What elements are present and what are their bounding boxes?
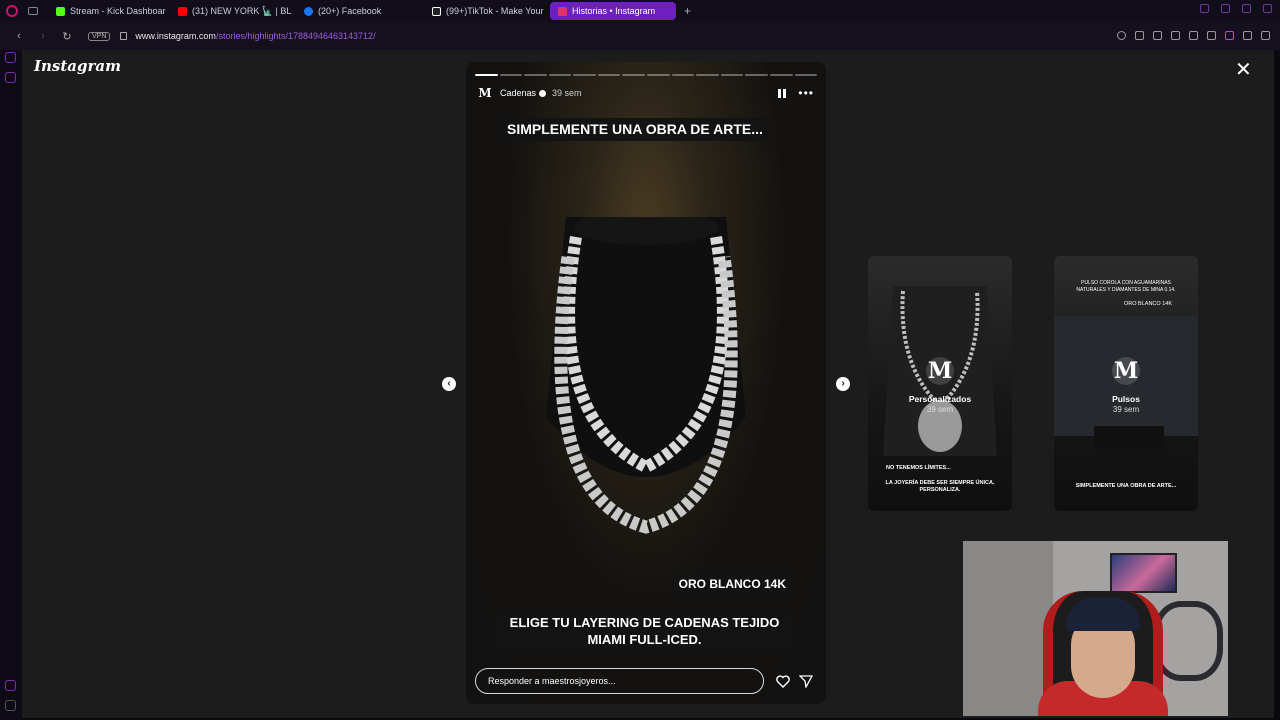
progress-segment <box>573 74 596 76</box>
browser-tab-bar: Stream - Kick Dashboard (31) NEW YORK 🗽 … <box>0 0 1280 22</box>
next-story-button[interactable]: › <box>836 377 850 391</box>
previous-story-button[interactable]: ‹ <box>442 377 456 391</box>
tab-youtube[interactable]: (31) NEW YORK 🗽 | BLES <box>170 2 292 20</box>
progress-segment <box>548 74 572 76</box>
reply-input[interactable]: Responder a maestrosjoyeros... <box>475 668 764 694</box>
webcam-motorbike <box>1153 601 1223 681</box>
preview-name: Pulsos <box>1112 394 1140 404</box>
story-avatar[interactable]: M <box>478 86 492 100</box>
progress-segment <box>597 74 621 76</box>
progress-segment <box>671 74 695 76</box>
tab-label: (31) NEW YORK 🗽 | BLES <box>192 5 292 16</box>
tab-label: Historias • Instagram <box>572 6 656 16</box>
browser-logo-icon[interactable] <box>6 5 18 17</box>
pin-icon[interactable] <box>1135 31 1144 40</box>
tab-list-icon[interactable] <box>28 7 38 15</box>
heart-icon[interactable] <box>1207 31 1216 40</box>
preview-avatar: M <box>1112 357 1140 385</box>
maximize-icon[interactable] <box>1242 4 1251 13</box>
progress-segment <box>794 74 818 76</box>
back-button[interactable]: ‹ <box>14 30 24 42</box>
wallet-icon[interactable] <box>5 72 16 83</box>
story-time: 39 sem <box>552 88 582 98</box>
story-card[interactable]: M Cadenas 39 sem ••• SIMPLEMENTE UNA OBR… <box>466 62 826 704</box>
snapshot-icon[interactable] <box>1153 31 1162 40</box>
play-icon[interactable] <box>1189 31 1198 40</box>
vpn-badge[interactable]: VPN <box>88 31 111 41</box>
window-controls <box>1200 4 1272 13</box>
window-close-icon[interactable] <box>1263 4 1272 13</box>
preview-caption-a: NO TENEMOS LÍMITES... <box>886 465 951 471</box>
preview-time: 39 sem <box>1112 405 1140 414</box>
preview-caption-b: SIMPLEMENTE UNA OBRA DE ARTE... <box>1075 483 1177 489</box>
story-caption-bottom: ELIGE TU LAYERING DE CADENAS TEJIDO MIAM… <box>497 611 792 651</box>
verified-icon <box>539 89 547 97</box>
url-path: /stories/highlights/17884946463143712/ <box>215 31 376 41</box>
sidebar-more-icon[interactable] <box>5 700 16 711</box>
tab-kick[interactable]: Stream - Kick Dashboard <box>48 2 166 20</box>
tiktok-icon <box>432 6 441 16</box>
instagram-logo[interactable]: Instagram <box>34 57 121 75</box>
tab-instagram[interactable]: Historias • Instagram <box>550 2 676 20</box>
progress-segment <box>696 74 719 76</box>
highlight-preview-pulsos[interactable]: PULSO COROLA CON AGUAMARINAS NATURALES Y… <box>1054 256 1198 511</box>
progress-segment <box>622 74 646 76</box>
progress-segment <box>745 74 768 76</box>
zoom-icon[interactable] <box>1117 31 1126 40</box>
url-field[interactable]: www.instagram.com/stories/highlights/178… <box>135 31 375 41</box>
preview-name: Personalizados <box>908 394 972 404</box>
reload-button[interactable]: ↻ <box>62 30 72 43</box>
address-bar: ‹ › ↻ VPN www.instagram.com/stories/high… <box>0 22 1280 50</box>
tab-facebook[interactable]: (20+) Facebook <box>296 2 420 20</box>
close-icon[interactable]: ✕ <box>1235 60 1252 80</box>
story-caption-material: ORO BLANCO 14K <box>672 573 792 596</box>
story-header: M Cadenas 39 sem ••• <box>478 86 814 100</box>
browser-sidebar <box>0 50 22 720</box>
tab-label: Stream - Kick Dashboard <box>70 6 166 16</box>
story-username[interactable]: Cadenas <box>500 88 536 98</box>
forward-button[interactable]: › <box>38 30 48 42</box>
story-progress-bar <box>475 74 818 76</box>
search-tabs-icon[interactable] <box>1200 4 1209 13</box>
facebook-icon <box>304 6 313 16</box>
preview-caption-b: LA JOYERÍA DEBE SER SIEMPRE ÚNICA, PERSO… <box>885 480 995 493</box>
preview-caption-top: PULSO COROLA CON AGUAMARINAS NATURALES Y… <box>1076 280 1176 293</box>
progress-segment <box>769 74 793 76</box>
instagram-icon <box>558 6 567 16</box>
menu-icon[interactable] <box>1261 31 1270 40</box>
progress-segment <box>524 74 547 76</box>
tab-tiktok[interactable]: (99+)TikTok - Make Your <box>424 2 546 20</box>
progress-segment <box>499 74 523 76</box>
story-caption-top: SIMPLEMENTE UNA OBRA DE ARTE... <box>501 118 769 141</box>
necklace-image <box>546 217 746 534</box>
kick-icon <box>56 6 65 16</box>
download-icon[interactable] <box>1243 31 1252 40</box>
sidebar-settings-icon[interactable] <box>5 680 16 691</box>
progress-segment <box>475 74 498 76</box>
youtube-icon <box>178 6 187 16</box>
messenger-icon[interactable] <box>5 52 16 63</box>
tab-label: (20+) Facebook <box>318 6 382 16</box>
pause-icon[interactable] <box>778 88 787 98</box>
webcam-tv <box>1110 553 1177 593</box>
lock-icon[interactable] <box>120 32 128 40</box>
shield-icon[interactable] <box>1171 31 1180 40</box>
more-options-icon[interactable]: ••• <box>798 87 814 99</box>
send-icon[interactable] <box>799 675 813 688</box>
profile-icon[interactable] <box>1225 31 1234 40</box>
webcam-overlay <box>963 541 1228 716</box>
progress-segment <box>720 74 744 76</box>
minimize-icon[interactable] <box>1221 4 1230 13</box>
like-heart-icon[interactable] <box>776 675 790 688</box>
preview-time: 39 sem <box>926 405 954 414</box>
progress-segment <box>647 74 670 76</box>
address-bar-tools <box>1117 31 1270 40</box>
tab-label: (99+)TikTok - Make Your <box>446 6 544 16</box>
new-tab-button[interactable]: + <box>684 4 691 18</box>
preview-caption-sub: ORO BLANCO 14K <box>1124 301 1172 307</box>
highlight-preview-personalizados[interactable]: M Personalizados 39 sem NO TENEMOS LÍMIT… <box>868 256 1012 511</box>
url-host: www.instagram.com <box>135 31 216 41</box>
preview-avatar: M <box>926 357 954 385</box>
